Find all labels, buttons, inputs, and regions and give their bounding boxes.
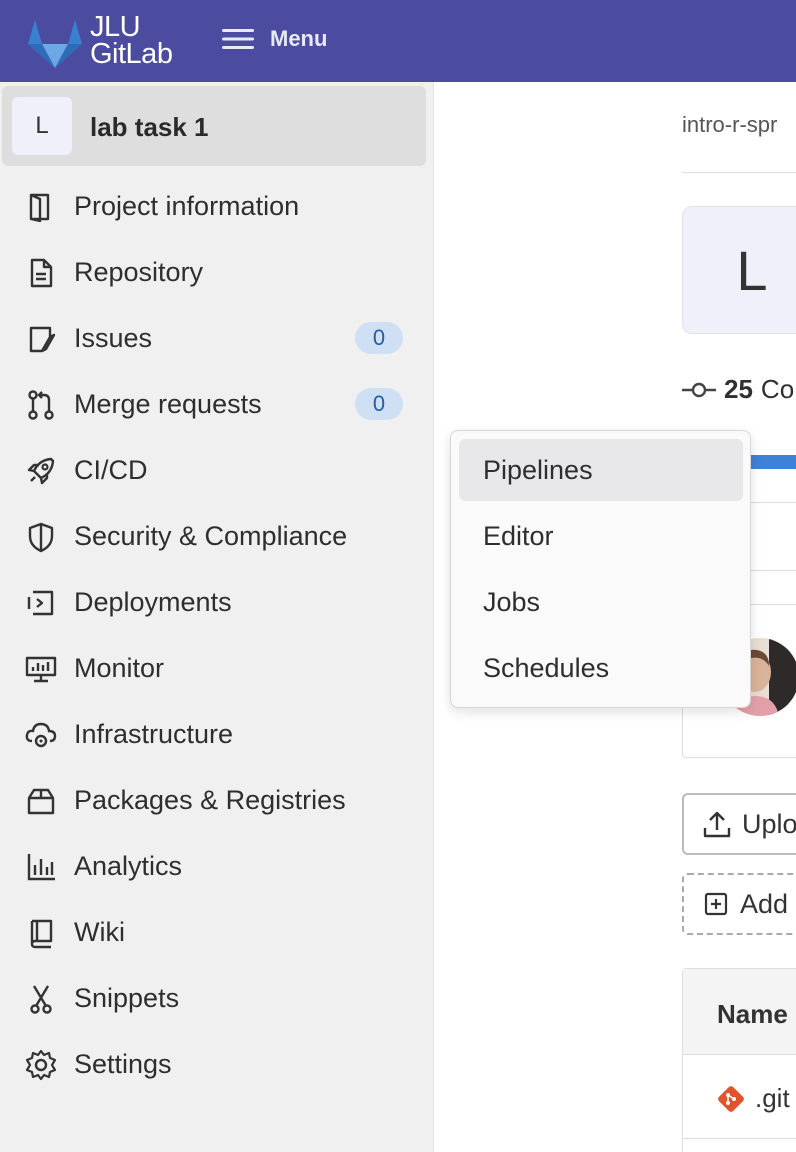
package-icon <box>24 784 58 818</box>
commit-icon <box>682 382 716 397</box>
file-table: Name .git <box>682 968 796 1152</box>
sidebar-item-label: Infrastructure <box>74 718 234 749</box>
top-header: JLU GitLab Menu <box>0 0 796 82</box>
sidebar-item-label: Snippets <box>74 982 180 1013</box>
menu-button[interactable]: Menu <box>222 18 327 60</box>
deployments-icon <box>24 586 58 620</box>
table-header: Name <box>683 969 796 1055</box>
column-name-header: Name <box>717 999 788 1029</box>
logo-line-1: JLU <box>90 11 141 43</box>
sidebar-item-repository[interactable]: Repository <box>0 239 434 305</box>
sidebar-item-snippets[interactable]: Snippets <box>0 965 434 1031</box>
rocket-icon <box>24 454 58 488</box>
tanuki-icon <box>28 20 82 68</box>
issues-count-badge: 0 <box>355 322 403 354</box>
chart-icon <box>24 850 58 884</box>
sidebar-item-packages-registries[interactable]: Packages & Registries <box>0 767 434 833</box>
document-icon <box>24 256 58 290</box>
merge-request-icon <box>24 388 58 422</box>
project-sidebar: L lab task 1 Project information Reposit… <box>0 82 434 1152</box>
sidebar-item-monitor[interactable]: Monitor <box>0 635 434 701</box>
project-avatar: L <box>12 97 72 155</box>
sidebar-item-label: Packages & Registries <box>74 784 346 815</box>
sidebar-item-wiki[interactable]: Wiki <box>0 899 434 965</box>
shield-icon <box>24 520 58 554</box>
merge-requests-count-badge: 0 <box>355 388 403 420</box>
add-label: Add <box>740 888 789 919</box>
sidebar-item-settings[interactable]: Settings <box>0 1031 434 1097</box>
sidebar-item-cicd[interactable]: CI/CD <box>0 437 434 503</box>
monitor-icon <box>24 652 58 686</box>
flyout-item-schedules[interactable]: Schedules <box>459 637 743 699</box>
breadcrumb[interactable]: intro-r-spr <box>682 112 777 138</box>
add-file-button[interactable]: Add <box>682 873 796 935</box>
sidebar-item-issues[interactable]: Issues 0 <box>0 305 434 371</box>
project-info-icon <box>24 190 58 224</box>
sidebar-item-label: Monitor <box>74 652 165 683</box>
scissors-icon <box>24 982 58 1016</box>
sidebar-item-infrastructure[interactable]: Infrastructure <box>0 701 434 767</box>
sidebar-item-label: Issues <box>74 322 153 353</box>
commits-link[interactable]: 25 Co <box>682 374 794 405</box>
sidebar-item-label: Analytics <box>74 850 183 881</box>
sidebar-item-merge-requests[interactable]: Merge requests 0 <box>0 371 434 437</box>
git-icon <box>718 1086 744 1112</box>
breadcrumb-divider <box>682 172 796 173</box>
project-avatar-large: L <box>682 206 796 334</box>
plus-square-icon <box>704 892 728 916</box>
flyout-item-jobs[interactable]: Jobs <box>459 571 743 633</box>
sidebar-item-project-information[interactable]: Project information <box>0 173 434 239</box>
gitlab-logo[interactable]: JLU GitLab <box>26 11 186 70</box>
sidebar-item-analytics[interactable]: Analytics <box>0 833 434 899</box>
upload-icon <box>703 811 731 838</box>
sidebar-item-label: CI/CD <box>74 454 148 485</box>
project-context-header[interactable]: L lab task 1 <box>2 86 426 166</box>
sidebar-item-label: Security & Compliance <box>74 520 348 551</box>
sidebar-item-security-compliance[interactable]: Security & Compliance <box>0 503 434 569</box>
cicd-flyout-menu: Pipelines Editor Jobs Schedules <box>450 430 751 708</box>
upload-label: Uplo <box>742 808 796 839</box>
logo-line-2: GitLab <box>90 38 173 70</box>
sidebar-item-label: Settings <box>74 1048 172 1079</box>
commits-count: 25 <box>724 374 753 404</box>
book-icon <box>24 916 58 950</box>
issues-icon <box>24 322 58 356</box>
commits-label: Co <box>760 374 795 404</box>
project-name: lab task 1 <box>90 112 209 142</box>
menu-label: Menu <box>270 26 328 51</box>
sidebar-item-label: Project information <box>74 190 300 221</box>
sidebar-item-label: Repository <box>74 256 204 287</box>
upload-file-button[interactable]: Uplo <box>682 793 796 855</box>
table-row[interactable]: .git <box>683 1055 796 1139</box>
cloud-gear-icon <box>24 718 58 752</box>
hamburger-icon <box>222 29 254 49</box>
sidebar-item-label: Merge requests <box>74 388 262 419</box>
sidebar-item-label: Wiki <box>74 916 125 947</box>
flyout-item-editor[interactable]: Editor <box>459 505 743 567</box>
file-name: .git <box>755 1083 790 1113</box>
flyout-item-pipelines[interactable]: Pipelines <box>459 439 743 501</box>
sidebar-item-label: Deployments <box>74 586 232 617</box>
gear-icon <box>24 1048 58 1082</box>
sidebar-item-deployments[interactable]: Deployments <box>0 569 434 635</box>
